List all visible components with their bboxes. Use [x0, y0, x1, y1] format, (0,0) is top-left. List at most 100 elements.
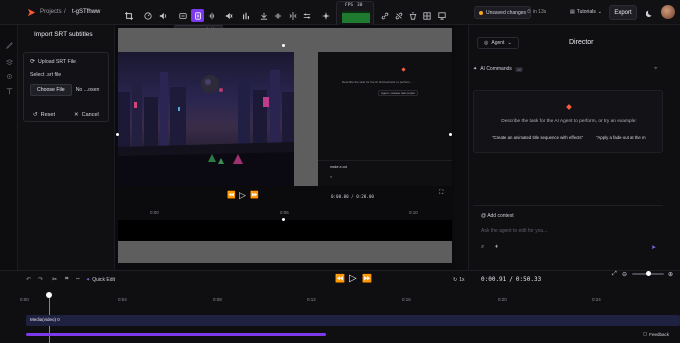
ruler-tick: 0:16: [402, 297, 411, 302]
preview-stage: Import SRT subtitles: [115, 25, 455, 270]
undo-icon[interactable]: ↶: [26, 276, 31, 283]
unlink-icon[interactable]: [393, 10, 405, 22]
split-audio-icon[interactable]: [272, 10, 284, 22]
feedback-label: Feedback: [649, 331, 670, 337]
play-icon[interactable]: ▷: [349, 273, 357, 284]
gear-icon[interactable]: [4, 71, 14, 81]
director-title: Director: [569, 39, 594, 46]
video-frame[interactable]: [118, 52, 294, 186]
describe-card: Describe the task for the AI Agent to pe…: [473, 90, 663, 153]
layers-icon[interactable]: [4, 57, 14, 67]
rewind-icon[interactable]: ⏪: [335, 274, 345, 283]
city-scene-image: [118, 70, 294, 186]
theme-moon-icon[interactable]: [645, 8, 655, 18]
magic-icon[interactable]: [320, 10, 332, 22]
file-input[interactable]: Choose File No ...osen: [30, 84, 99, 96]
attach-icon[interactable]: ⌕: [481, 244, 484, 251]
pen-icon[interactable]: [4, 40, 14, 50]
export-button[interactable]: Export: [609, 5, 637, 20]
feedback-button[interactable]: ▢ Feedback: [643, 331, 669, 337]
crop-icon[interactable]: [123, 10, 135, 22]
link-icon[interactable]: [379, 10, 391, 22]
example-command-2[interactable]: "Apply a fade-out at the m: [596, 135, 661, 140]
zoom-slider[interactable]: [632, 271, 664, 276]
reset-button[interactable]: ↺ Reset: [33, 112, 55, 118]
breadcrumb-projects[interactable]: Projects: [40, 9, 62, 15]
zoom-out-icon[interactable]: ⊖: [622, 271, 627, 278]
speed-control[interactable]: ↻ 1x: [453, 277, 464, 283]
fast-forward-icon[interactable]: ⏩: [250, 191, 259, 199]
microphone-icon[interactable]: ♦: [495, 244, 498, 250]
ai-commands-header[interactable]: ✦ AI Commands 10: [473, 66, 524, 72]
chevron-down-icon: ⌄: [597, 9, 602, 15]
reset-icon: ↺: [33, 112, 38, 118]
ruler-tick: 0:04: [118, 297, 127, 302]
add-context-button[interactable]: @ Add context: [481, 213, 514, 219]
pin-icon[interactable]: ⌖: [654, 66, 657, 73]
fullscreen-icon[interactable]: ⛶: [439, 190, 443, 197]
resize-handle[interactable]: [449, 133, 452, 136]
play-icon[interactable]: ▷: [239, 190, 246, 201]
resize-handle[interactable]: [282, 218, 285, 221]
rewind-icon[interactable]: ⏪: [227, 191, 236, 199]
redo-icon[interactable]: ↷: [38, 276, 43, 283]
ruler-tick: 0:12: [307, 297, 316, 302]
mock-attach-icon: ⌕: [330, 174, 333, 179]
tutorials-button[interactable]: ▤ Tutorials ⌄: [570, 9, 602, 15]
download-icon[interactable]: [258, 10, 270, 22]
monitor-icon[interactable]: [436, 10, 448, 22]
send-icon[interactable]: ➤: [651, 244, 656, 251]
resize-handle[interactable]: [116, 133, 119, 136]
timecode-current: 0:00.91: [481, 276, 507, 283]
marker-icon[interactable]: ⌗: [65, 276, 68, 283]
import-srt-icon[interactable]: [191, 9, 204, 22]
zoom-in-icon[interactable]: ⊕: [668, 271, 673, 278]
mute-icon[interactable]: [223, 10, 235, 22]
ai-logo-icon: [566, 104, 572, 110]
subtitle-icon[interactable]: [177, 10, 189, 22]
cancel-button[interactable]: ✕ Cancel: [74, 112, 99, 118]
resize-handle[interactable]: [282, 44, 285, 47]
logo-icon[interactable]: [26, 7, 36, 17]
media-track-clip[interactable]: Media(video) 0: [26, 315, 680, 326]
speed-icon[interactable]: [142, 10, 154, 22]
autosave-timer: ⏱ in 13s: [527, 9, 546, 15]
split-icon[interactable]: [287, 10, 299, 22]
ruler-tick: 0:08: [213, 297, 222, 302]
srt-panel-title: Import SRT subtitles: [34, 31, 93, 38]
timeline-ruler[interactable]: 0:00 0:04 0:08 0:12 0:16 0:20 0:24: [20, 297, 680, 305]
mock-describe-text: Describe the task for the AI Orchestrato…: [342, 80, 413, 84]
agent-input[interactable]: Ask the agent to edit for you...: [481, 228, 547, 234]
grid-icon[interactable]: [421, 10, 433, 22]
reset-label: Reset: [40, 112, 55, 118]
bars-icon[interactable]: [240, 10, 252, 22]
volume-icon[interactable]: [157, 10, 169, 22]
timeline-scrollbar[interactable]: [26, 333, 326, 336]
audio-wave-icon[interactable]: [206, 10, 218, 22]
sparkle-icon: ✦: [473, 66, 478, 72]
zoom-slider-thumb[interactable]: [646, 271, 651, 276]
select-file-label: Select .srt file: [30, 72, 62, 78]
settings-sliders-icon[interactable]: [301, 10, 313, 22]
trash-icon[interactable]: [407, 10, 419, 22]
fast-forward-icon[interactable]: ⏩: [362, 274, 372, 283]
avatar[interactable]: [661, 5, 675, 19]
ruler-tick: 0:20: [498, 297, 507, 302]
project-name[interactable]: t-gSTfhww: [72, 9, 100, 15]
chevron-down-icon: ⌄: [507, 40, 512, 46]
timeline-timecode: 0:00.91 / 0:50.33: [481, 276, 541, 283]
agent-icon: ◎: [484, 40, 489, 46]
scissors-icon[interactable]: ✂: [52, 276, 57, 283]
breadcrumb-separator: /: [64, 9, 66, 15]
choose-file-button[interactable]: Choose File: [30, 84, 72, 96]
agent-selector[interactable]: ◎ Agent ⌄: [477, 37, 519, 49]
ruler-tick: 0:00: [20, 297, 29, 302]
example-command-1[interactable]: "Create an animated title sequence with …: [492, 135, 583, 140]
slip-icon[interactable]: ⇔: [75, 276, 81, 282]
text-icon[interactable]: [4, 86, 14, 96]
fit-icon[interactable]: ⤢: [612, 271, 617, 278]
unsaved-status[interactable]: Unsaved changes: [474, 6, 532, 19]
speed-value: 1x: [459, 277, 465, 283]
quick-edit-button[interactable]: ✦ Quick Edit: [86, 277, 115, 283]
director-panel: ◎ Agent ⌄ Director ✦ AI Commands 10 ⌖ De…: [468, 25, 680, 270]
